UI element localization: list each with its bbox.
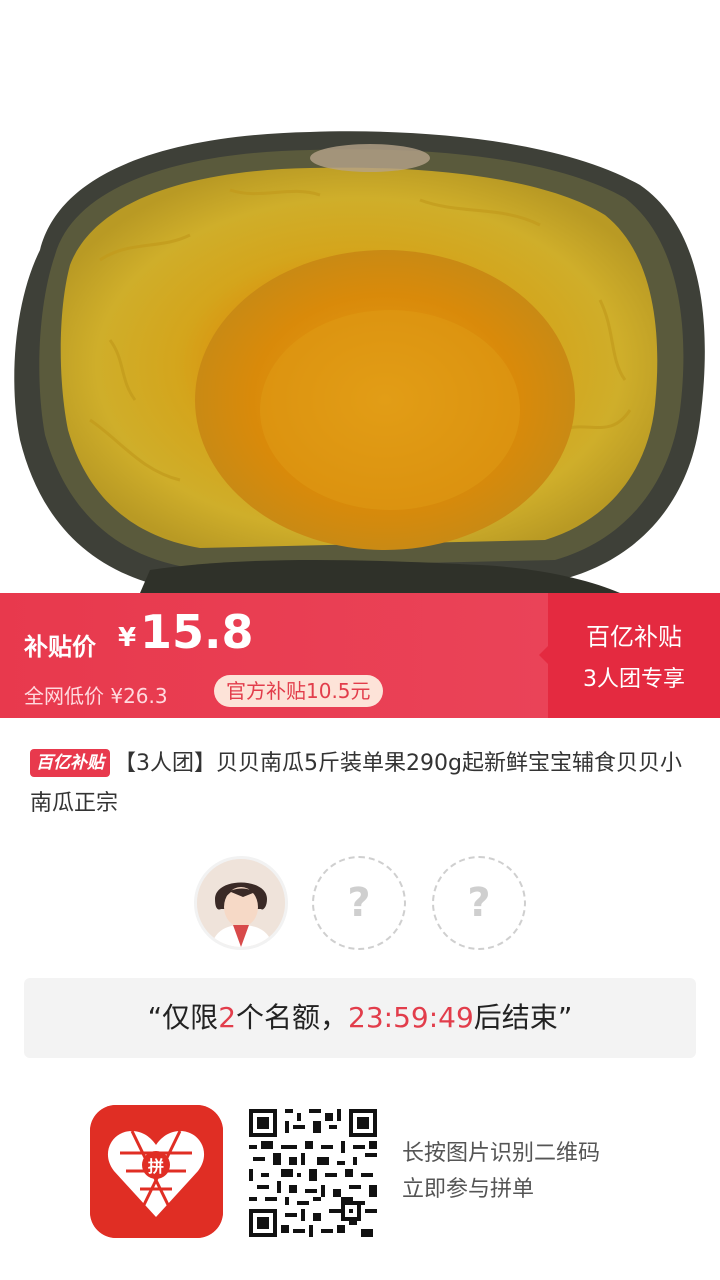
price-section: 补贴价 ¥ 15.8 全网低价 ¥26.3 官方补贴10.5元	[0, 593, 548, 718]
user-avatar	[194, 856, 288, 950]
product-title: 百亿补贴 【3人团】贝贝南瓜5斤装单果290g起新鲜宝宝辅食贝贝小南瓜正宗	[30, 744, 700, 824]
billion-subsidy-badge: 百亿补贴	[30, 749, 110, 777]
subsidy-price-value: 15.8	[140, 605, 254, 659]
original-price: 全网低价 ¥26.3	[24, 684, 168, 708]
scan-hint-line2: 立即参与拼单	[402, 1177, 535, 1202]
group-members: ? ?	[0, 856, 720, 952]
user-avatar-icon	[197, 859, 285, 947]
quota-suffix: 后结束	[473, 1001, 558, 1034]
qr-code-icon[interactable]	[245, 1105, 381, 1241]
promo-subtitle: 3人团专享	[583, 667, 685, 692]
product-hero-image	[0, 0, 720, 593]
promo-title: 百亿补贴	[586, 623, 682, 651]
currency-symbol: ¥	[118, 623, 137, 653]
subsidy-price-label: 补贴价	[24, 633, 96, 661]
product-title-text: 【3人团】贝贝南瓜5斤装单果290g起新鲜宝宝辅食贝贝小南瓜正宗	[30, 751, 682, 816]
open-quote: “	[147, 1001, 163, 1034]
quota-countdown-box: “仅限2个名额，23:59:49后结束”	[24, 978, 696, 1058]
countdown-timer: 23:59:49	[348, 1001, 474, 1034]
scan-hint-line1: 长按图片识别二维码	[402, 1141, 601, 1166]
empty-member-slot: ?	[432, 856, 526, 950]
quota-middle: 个名额，	[236, 1001, 349, 1034]
scan-instructions: 长按图片识别二维码 立即参与拼单	[402, 1136, 600, 1208]
quota-count: 2	[218, 1001, 237, 1034]
close-quote: ”	[557, 1001, 573, 1034]
promo-side-panel: 百亿补贴 3人团专享	[539, 593, 720, 718]
svg-text:拼: 拼	[148, 1157, 164, 1176]
official-subsidy-tag: 官方补贴10.5元	[214, 675, 383, 707]
pumpkin-image	[14, 131, 705, 593]
quota-prefix: 仅限	[162, 1001, 219, 1034]
pinduoduo-logo-icon: 拼	[90, 1105, 223, 1238]
empty-member-slot: ?	[312, 856, 406, 950]
subsidy-price-banner: 补贴价 ¥ 15.8 全网低价 ¥26.3 官方补贴10.5元 百亿补贴 3人团…	[0, 593, 720, 718]
